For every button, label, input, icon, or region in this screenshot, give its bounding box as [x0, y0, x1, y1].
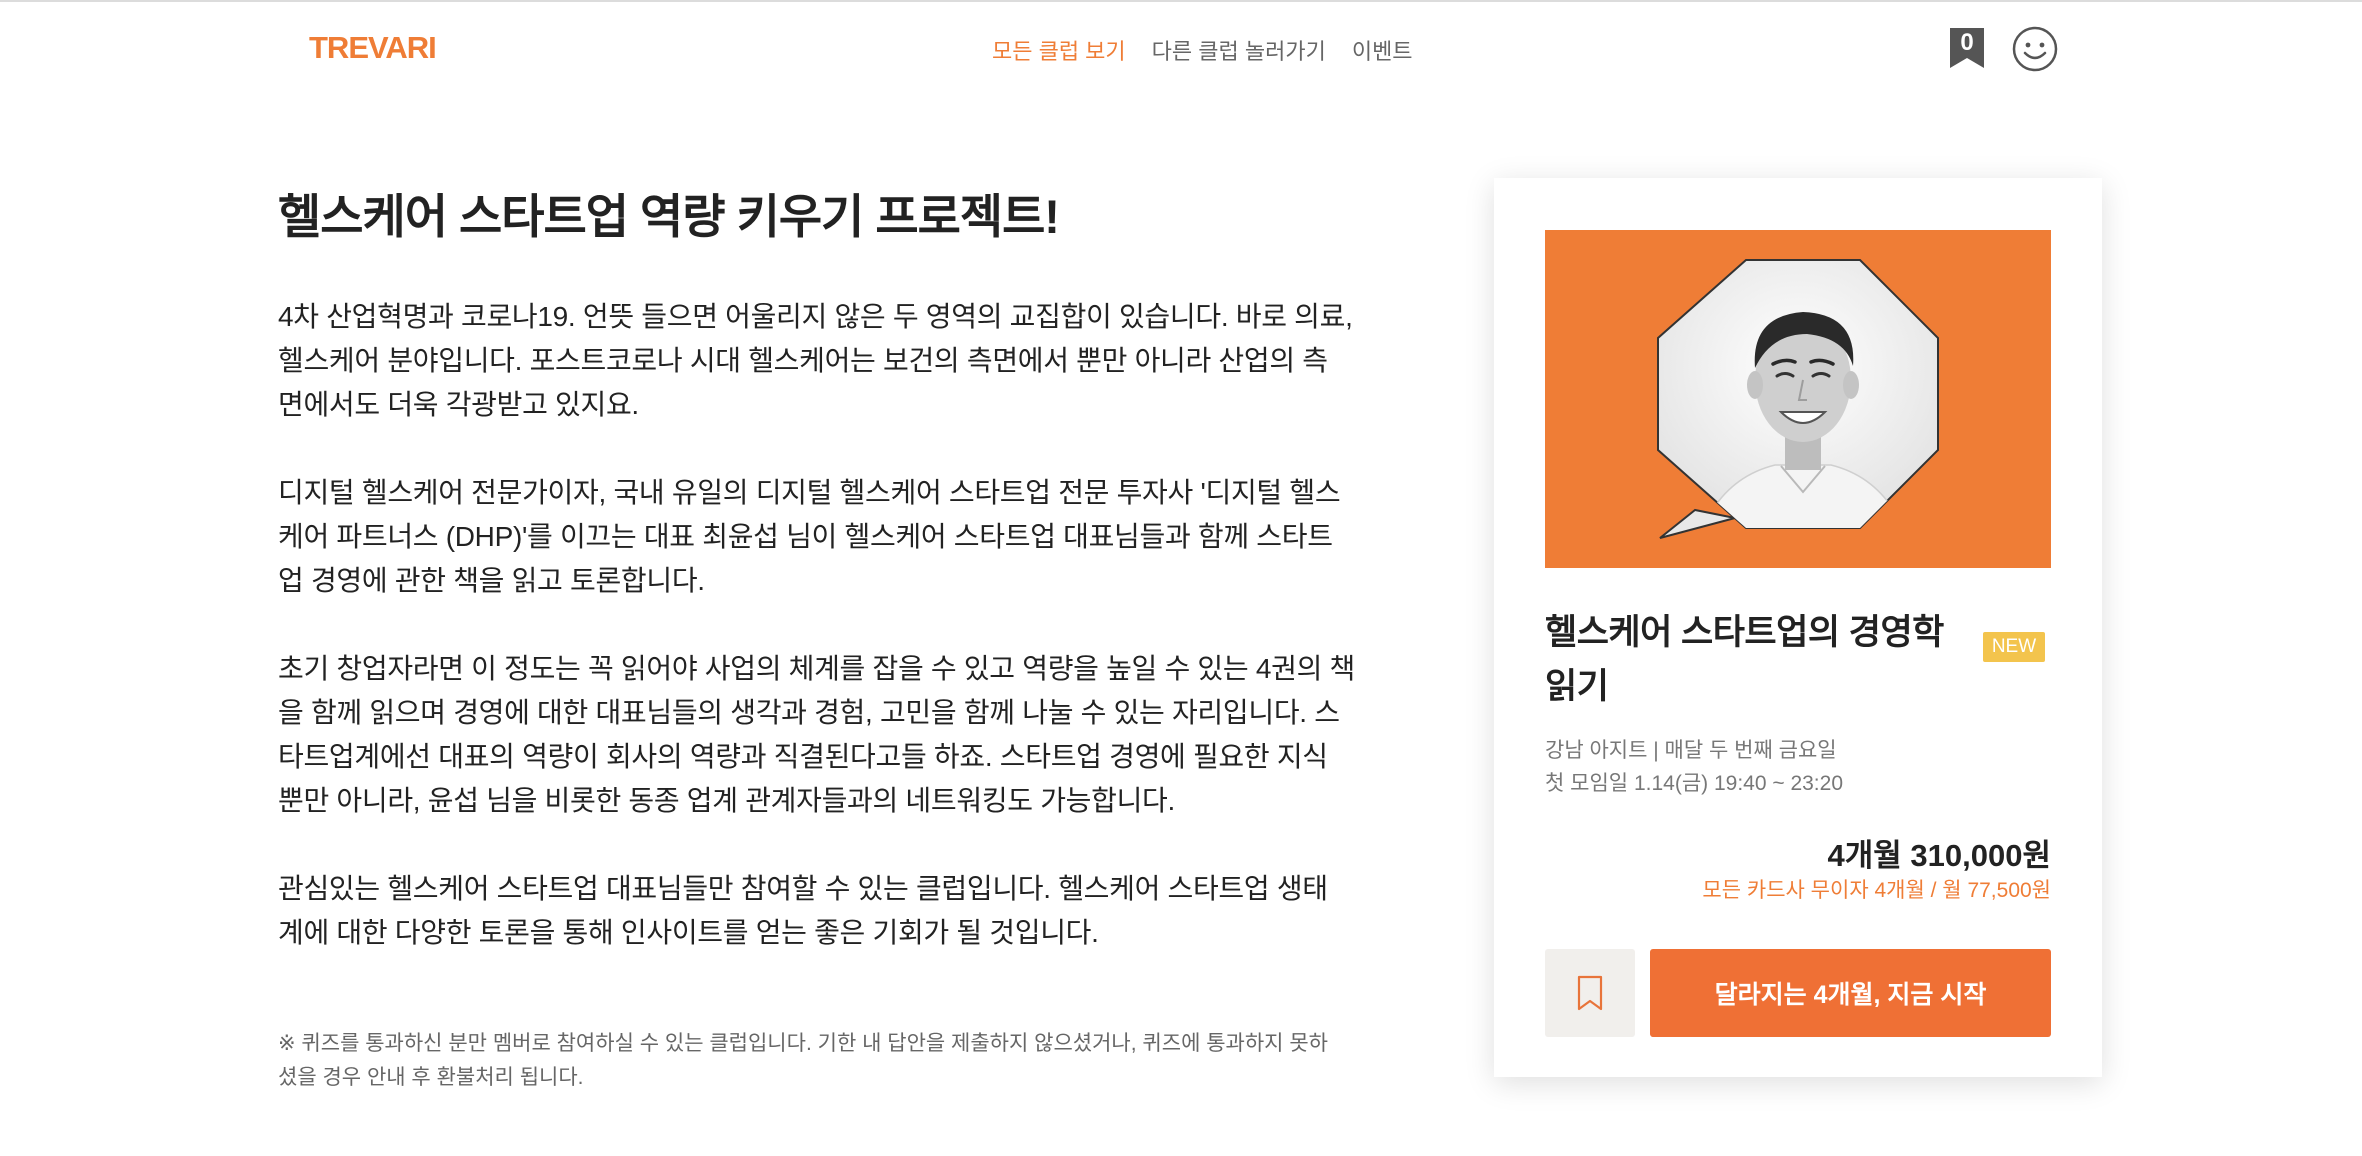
- club-title-line: 헬스케어 스타트업의 경영학: [1545, 613, 1944, 652]
- text-line: 을 함께 읽으며 경영에 대한 대표님들의 생각과 경험, 고민을 함께 나눌 …: [278, 697, 1340, 728]
- description-paragraph-2: 디지털 헬스케어 전문가이자, 국내 유일의 디지털 헬스케어 스타트업 전문 …: [278, 471, 1388, 603]
- club-first-meeting: 첫 모임일 1.14(금) 19:40 ~ 23:20: [1545, 772, 1843, 795]
- club-description: 헬스케어 스타트업 역량 키우기 프로젝트! 4차 산업혁명과 코로나19. 언…: [278, 178, 1388, 1095]
- club-title: 헬스케어 스타트업의 경영학 읽기: [1545, 606, 1975, 714]
- trevari-logo[interactable]: TREVARI: [309, 30, 437, 66]
- nav-all-clubs[interactable]: 모든 클럽 보기: [992, 34, 1126, 66]
- description-paragraph-4: 관심있는 헬스케어 스타트업 대표님들만 참여할 수 있는 클럽입니다. 헬스케…: [278, 867, 1388, 955]
- text-line: 케어 파트너스 (DHP)'를 이끄는 대표 최윤섭 님이 헬스케어 스타트업 …: [278, 521, 1333, 552]
- text-line: 초기 창업자라면 이 정도는 꼭 읽어야 사업의 체계를 잡을 수 있고 역량을…: [278, 653, 1355, 684]
- bookmark-icon: [1577, 975, 1603, 1011]
- nav-visit-other-clubs[interactable]: 다른 클럽 놀러가기: [1152, 34, 1326, 66]
- top-border: [0, 0, 2362, 2]
- notice-line: 셨을 경우 안내 후 환불처리 됩니다.: [278, 1066, 584, 1089]
- club-meta: 강남 아지트 | 매달 두 번째 금요일 첫 모임일 1.14(금) 19:40…: [1545, 734, 1843, 800]
- bookmark-button[interactable]: [1545, 949, 1635, 1037]
- notice-line: ※ 퀴즈를 통과하신 분만 멤버로 참여하실 수 있는 클럽입니다. 기한 내 …: [278, 1032, 1328, 1055]
- new-badge: NEW: [1983, 632, 2045, 662]
- club-title-line: 읽기: [1545, 667, 1609, 706]
- text-line: 타트업계에선 대표의 역량이 회사의 역량과 직결된다고들 하죠. 스타트업 경…: [278, 741, 1328, 772]
- smiley-face-shape: [2012, 26, 2058, 72]
- text-line: 계에 대한 다양한 토론을 통해 인사이트를 얻는 좋은 기회가 될 것입니다.: [278, 917, 1099, 948]
- text-line: 업 경영에 관한 책을 읽고 토론합니다.: [278, 565, 705, 596]
- smiley-profile-icon[interactable]: [2012, 26, 2058, 72]
- bookmark-cart-icon[interactable]: 0: [1948, 26, 1986, 70]
- quiz-notice: ※ 퀴즈를 통과하신 분만 멤버로 참여하실 수 있는 클럽입니다. 기한 내 …: [278, 1027, 1388, 1095]
- nav-events[interactable]: 이벤트: [1352, 34, 1413, 66]
- cart-count: 0: [1960, 29, 1974, 56]
- text-line: 면에서도 더욱 각광받고 있지요.: [278, 389, 639, 420]
- description-paragraph-3: 초기 창업자라면 이 정도는 꼭 읽어야 사업의 체계를 잡을 수 있고 역량을…: [278, 647, 1388, 823]
- text-line: 뿐만 아니라, 윤섭 님을 비롯한 동종 업계 관계자들과의 네트워킹도 가능합…: [278, 785, 1175, 816]
- installment-info: 모든 카드사 무이자 4개월 / 월 77,500원: [1702, 879, 2051, 902]
- club-price: 4개월 310,000원: [1827, 838, 2051, 873]
- description-paragraph-1: 4차 산업혁명과 코로나19. 언뜻 들으면 어울리지 않은 두 영역의 교집합…: [278, 295, 1388, 427]
- text-line: 관심있는 헬스케어 스타트업 대표님들만 참여할 수 있는 클럽입니다. 헬스케…: [278, 873, 1328, 904]
- text-line: 디지털 헬스케어 전문가이자, 국내 유일의 디지털 헬스케어 스타트업 전문 …: [278, 477, 1341, 508]
- text-line: 헬스케어 분야입니다. 포스트코로나 시대 헬스케어는 보건의 측면에서 뿐만 …: [278, 345, 1328, 376]
- host-portrait-illustration: [1657, 259, 1939, 539]
- club-location: 강남 아지트 | 매달 두 번째 금요일: [1545, 739, 1837, 762]
- page-title: 헬스케어 스타트업 역량 키우기 프로젝트!: [278, 190, 1060, 243]
- start-club-button[interactable]: 달라지는 4개월, 지금 시작: [1650, 949, 2051, 1037]
- main-nav: 모든 클럽 보기 다른 클럽 놀러가기 이벤트: [992, 34, 1413, 66]
- host-portrait-image: [1545, 230, 2051, 568]
- club-card: 헬스케어 스타트업의 경영학 읽기 NEW 강남 아지트 | 매달 두 번째 금…: [1494, 178, 2102, 1077]
- text-line: 4차 산업혁명과 코로나19. 언뜻 들으면 어울리지 않은 두 영역의 교집합…: [278, 301, 1353, 332]
